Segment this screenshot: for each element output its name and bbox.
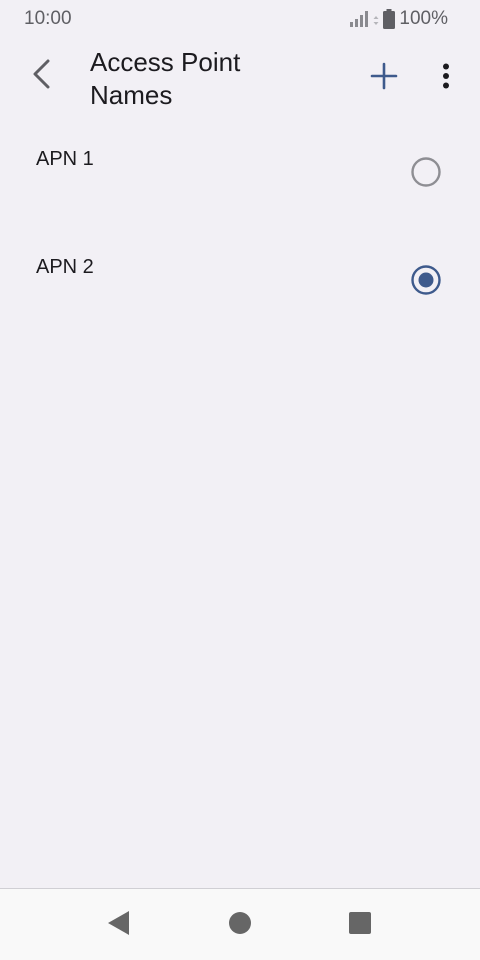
- apn-radio-2[interactable]: [404, 260, 448, 304]
- apn-label: APN 1: [36, 148, 94, 170]
- apn-label: APN 2: [36, 256, 94, 278]
- radio-checked-icon: [410, 264, 442, 301]
- back-arrow-icon: [30, 59, 54, 94]
- plus-icon: [370, 62, 398, 95]
- status-bar: 10:00 100%: [0, 0, 480, 36]
- apn-item-1[interactable]: APN 1: [0, 120, 480, 228]
- apn-item-2[interactable]: APN 2: [0, 228, 480, 336]
- nav-recents-icon: [348, 911, 372, 940]
- apn-radio-1[interactable]: [404, 152, 448, 196]
- signal-icon: [349, 11, 369, 27]
- nav-home-button[interactable]: [218, 903, 262, 947]
- apn-list: APN 1 APN 2: [0, 120, 480, 336]
- back-button[interactable]: [20, 54, 64, 98]
- radio-unchecked-icon: [410, 156, 442, 193]
- data-arrows-icon: [373, 11, 379, 27]
- nav-home-icon: [228, 911, 252, 940]
- status-icons: 100%: [349, 8, 448, 30]
- page-title: Access Point Names: [90, 47, 241, 110]
- battery-level: 100%: [399, 8, 448, 29]
- more-options-button[interactable]: [428, 56, 464, 100]
- nav-back-icon: [107, 910, 131, 941]
- battery-icon: [383, 9, 396, 29]
- nav-back-button[interactable]: [97, 903, 141, 947]
- nav-recents-button[interactable]: [338, 903, 382, 947]
- navigation-bar: [0, 888, 480, 960]
- status-time: 10:00: [24, 8, 72, 29]
- add-apn-button[interactable]: [362, 56, 406, 100]
- app-bar: Access Point Names: [0, 36, 480, 120]
- more-vert-icon: [442, 63, 450, 94]
